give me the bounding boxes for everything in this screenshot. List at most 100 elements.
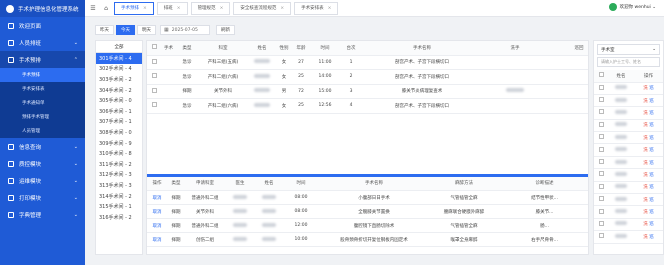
circulating-nurse-cell[interactable] xyxy=(548,69,588,85)
assign-scrub-link[interactable]: 洗 xyxy=(643,222,648,227)
room-item[interactable]: 305手术间 - 0 xyxy=(96,95,142,106)
row-checkbox-cell[interactable] xyxy=(147,84,161,99)
nurse-row[interactable]: 洗 巡 xyxy=(594,131,663,145)
nurse-row[interactable]: 洗 巡 xyxy=(594,106,663,120)
assign-circulating-link[interactable]: 巡 xyxy=(649,99,654,104)
nurse-row[interactable]: 洗 巡 xyxy=(594,230,663,244)
row-checkbox-cell[interactable] xyxy=(147,98,161,114)
nurse-row[interactable]: 洗 巡 xyxy=(594,119,663,133)
table-row[interactable]: 取消 择期 普通外科二组 08:00 小腹部日日手术 气管插管全麻 结节性甲状... xyxy=(147,190,588,205)
assign-circulating-link[interactable]: 巡 xyxy=(649,185,654,190)
submenu-item-plan-manage[interactable]: 预排手术管理 xyxy=(0,110,85,124)
scrub-nurse-cell[interactable] xyxy=(482,55,548,70)
select-all-checkbox[interactable] xyxy=(598,72,604,78)
row-checkbox-cell[interactable] xyxy=(594,230,608,244)
room-item[interactable]: 312手术间 - 3 xyxy=(96,170,142,181)
room-item[interactable]: 314手术间 - 2 xyxy=(96,191,142,202)
assign-circulating-link[interactable]: 巡 xyxy=(649,173,654,178)
scrub-nurse-cell[interactable] xyxy=(482,69,548,85)
circulating-nurse-cell[interactable] xyxy=(548,55,588,70)
row-checkbox[interactable] xyxy=(151,87,157,93)
assign-circulating-link[interactable]: 巡 xyxy=(649,123,654,128)
cancel-link[interactable]: 取消 xyxy=(147,204,167,219)
row-checkbox-cell[interactable] xyxy=(594,168,608,182)
room-item[interactable]: 306手术间 - 1 xyxy=(96,106,142,117)
nurse-row[interactable]: 洗 巡 xyxy=(594,193,663,207)
select-all-checkbox[interactable] xyxy=(151,44,157,50)
row-checkbox-cell[interactable] xyxy=(594,131,608,145)
row-checkbox[interactable] xyxy=(598,84,604,90)
nurse-row[interactable]: 洗 巡 xyxy=(594,168,663,182)
assign-scrub-link[interactable]: 洗 xyxy=(643,99,648,104)
table-row[interactable]: 择期 关节外科 男 72 15:00 3 膝关节炎病理复查术 xyxy=(147,84,588,99)
sidebar-item-print[interactable]: 打印模块 ⌄ xyxy=(0,189,85,206)
assign-scrub-link[interactable]: 洗 xyxy=(643,111,648,116)
scrub-nurse-cell[interactable] xyxy=(482,84,548,99)
assign-circulating-link[interactable]: 巡 xyxy=(649,198,654,203)
room-item[interactable]: 307手术间 - 1 xyxy=(96,117,142,128)
assign-scrub-link[interactable]: 洗 xyxy=(643,123,648,128)
room-item[interactable]: 316手术间 - 2 xyxy=(96,212,142,223)
row-checkbox[interactable] xyxy=(151,102,157,108)
sidebar-item-quality[interactable]: 质控模块 ⌄ xyxy=(0,155,85,172)
tab-rules[interactable]: 管理规范 × xyxy=(190,1,231,15)
assign-circulating-link[interactable]: 巡 xyxy=(649,235,654,240)
sidebar-item-dict[interactable]: 字典管理 ⌄ xyxy=(0,206,85,223)
circulating-nurse-cell[interactable] xyxy=(548,84,588,99)
row-checkbox[interactable] xyxy=(151,58,157,64)
room-item[interactable]: 310手术间 - 8 xyxy=(96,148,142,159)
assign-scrub-link[interactable]: 洗 xyxy=(643,136,648,141)
assign-circulating-link[interactable]: 巡 xyxy=(649,148,654,153)
submenu-item-staff[interactable]: 人员管理 xyxy=(0,124,85,138)
yesterday-button[interactable]: 昨天 xyxy=(95,25,114,35)
dept-select[interactable]: 手术室 ⌄ xyxy=(597,44,660,55)
home-icon[interactable]: ⌂ xyxy=(101,0,111,17)
assign-circulating-link[interactable]: 巡 xyxy=(649,136,654,141)
table-row[interactable]: 急诊 产科二组(六病) 女 25 12:56 4 剖宫产术、子宫下段横切口 xyxy=(147,98,588,114)
assign-scrub-link[interactable]: 洗 xyxy=(643,173,648,178)
scrub-nurse-cell[interactable] xyxy=(482,98,548,114)
tab-arrangement[interactable]: 手术安排表 × xyxy=(294,1,339,15)
row-checkbox[interactable] xyxy=(598,233,604,239)
assign-scrub-link[interactable]: 洗 xyxy=(643,235,648,240)
assign-scrub-link[interactable]: 洗 xyxy=(643,148,648,153)
close-icon[interactable]: × xyxy=(328,6,332,11)
table-row[interactable]: 取消 择期 创伤二组 10:00 股骨颈骨折切开复位钢板内固定术 喉罩全身麻醉 右手尺骨骨.… xyxy=(147,232,588,247)
room-item[interactable]: 303手术间 - 2 xyxy=(96,74,142,85)
room-item[interactable]: 309手术间 - 9 xyxy=(96,138,142,149)
assign-circulating-link[interactable]: 巡 xyxy=(649,86,654,91)
today-button[interactable]: 今天 xyxy=(116,25,135,35)
sidebar-item-welcome[interactable]: 欢迎页面 xyxy=(0,17,85,34)
assign-circulating-link[interactable]: 巡 xyxy=(649,161,654,166)
row-checkbox-cell[interactable] xyxy=(594,205,608,219)
row-checkbox[interactable] xyxy=(598,146,604,152)
circulating-nurse-cell[interactable] xyxy=(548,98,588,114)
user-menu[interactable]: 欢迎你 wenhui ⌄ xyxy=(608,3,656,11)
date-picker[interactable]: ▦ 2025-07-05 xyxy=(160,25,210,35)
row-checkbox[interactable] xyxy=(598,121,604,127)
assign-circulating-link[interactable]: 巡 xyxy=(649,210,654,215)
assign-scrub-link[interactable]: 洗 xyxy=(643,161,648,166)
room-item[interactable]: 302手术间 - 4 xyxy=(96,64,142,75)
row-checkbox-cell[interactable] xyxy=(594,94,608,108)
assign-scrub-link[interactable]: 洗 xyxy=(643,185,648,190)
nurse-row[interactable]: 洗 巡 xyxy=(594,181,663,195)
row-checkbox-cell[interactable] xyxy=(594,106,608,120)
sidebar-item-query[interactable]: 信息查询 ⌄ xyxy=(0,138,85,155)
tomorrow-button[interactable]: 明天 xyxy=(137,25,156,35)
row-checkbox-cell[interactable] xyxy=(594,82,608,95)
row-checkbox[interactable] xyxy=(598,220,604,226)
assign-scrub-link[interactable]: 洗 xyxy=(643,86,648,91)
submenu-item-plan[interactable]: 手术预排 xyxy=(0,68,85,82)
sidebar-item-schedule[interactable]: 人员排班 ⌄ xyxy=(0,34,85,51)
nurse-row[interactable]: 洗 巡 xyxy=(594,143,663,157)
tab-schedule[interactable]: 排班 × xyxy=(156,1,188,15)
table-row[interactable]: 取消 择期 普通外科二组 12:00 腹腔镜下直肠切除术 气管插管全麻 肠... xyxy=(147,218,588,233)
menu-toggle-icon[interactable]: ☰ xyxy=(88,0,98,17)
nurse-row[interactable]: 洗 巡 xyxy=(594,205,663,219)
room-item[interactable]: 301手术间 - 4 xyxy=(96,53,142,64)
sidebar-item-surgery-plan[interactable]: 手术预排 ⌃ xyxy=(0,51,85,68)
cancel-link[interactable]: 取消 xyxy=(147,232,167,247)
row-checkbox[interactable] xyxy=(598,97,604,103)
row-checkbox-cell[interactable] xyxy=(594,181,608,195)
